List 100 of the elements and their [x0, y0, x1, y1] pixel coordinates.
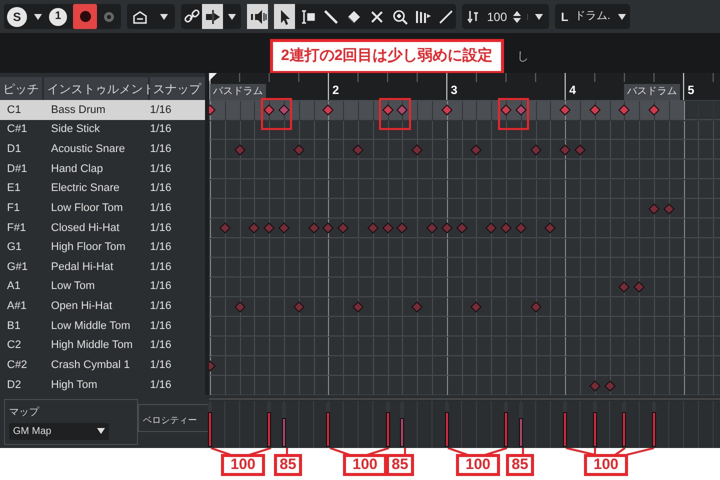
instrument-name: Hand Clap — [50, 162, 104, 177]
velocity-callout: 85 — [274, 454, 302, 476]
spinner-icon[interactable] — [513, 10, 521, 24]
tool-button[interactable] — [274, 4, 295, 29]
instrument-name: Low Floor Tom — [50, 200, 124, 216]
pitch-label: F#1 — [6, 220, 27, 236]
instrument-name: Pedal Hi-Hat — [50, 260, 114, 275]
caret-icon — [534, 14, 542, 20]
snap-value: 1/16 — [149, 102, 172, 118]
instrument-row[interactable]: C#2 Crash Cymbal 1 1/16 — [0, 356, 205, 376]
solo-button[interactable]: S — [7, 6, 27, 26]
instrument-row[interactable]: A1 Low Tom 1/16 — [0, 276, 205, 297]
pitch-label: E1 — [6, 181, 22, 196]
velocity-bar[interactable] — [326, 412, 330, 447]
speaker-icon — [248, 8, 266, 26]
instrument-row[interactable]: C1 Bass Drum 1/16 — [0, 100, 205, 120]
info-text: し — [517, 48, 529, 65]
pencil-icon — [322, 8, 340, 26]
snap-value: 1/16 — [149, 279, 172, 294]
instrument-name: High Middle Tom — [50, 338, 134, 354]
velocity-bar[interactable] — [622, 412, 626, 447]
scrollbar[interactable] — [205, 73, 209, 395]
velocity-callout: 100 — [221, 454, 265, 476]
instrument-row[interactable]: C#1 Side Stick 1/16 — [0, 120, 205, 140]
marker-label: バスドラム — [624, 84, 680, 100]
velocity-callout: 100 — [343, 454, 387, 476]
leader-line — [447, 448, 508, 456]
column-header[interactable]: スナップ — [150, 77, 205, 100]
split-arrow-icon — [204, 8, 222, 26]
velocity-callout: 85 — [506, 454, 534, 476]
instrument-row[interactable]: B1 Low Middle Tom 1/16 — [0, 316, 205, 336]
drum-map-selector[interactable]: ドラム. — [574, 8, 618, 25]
tool-button[interactable] — [202, 4, 223, 29]
instrument-name: High Tom — [50, 378, 98, 393]
velocity-bar[interactable] — [504, 412, 508, 447]
instrument-row[interactable]: C2 High Middle Tom 1/16 — [0, 336, 205, 356]
snap-value: 1/16 — [149, 318, 172, 334]
snap-value: 1/16 — [149, 378, 172, 393]
bar-number: 5 — [688, 82, 694, 99]
velocity-bar[interactable] — [518, 418, 523, 447]
instrument-row[interactable]: F1 Low Floor Tom 1/16 — [0, 198, 205, 218]
line-tool-icon — [436, 8, 454, 26]
velocity-callout: 100 — [456, 454, 500, 476]
leader-line — [522, 448, 524, 455]
bar-number: 4 — [569, 82, 576, 99]
pitch-label: C#1 — [6, 122, 28, 138]
instrument-row[interactable]: G#1 Pedal Hi-Hat 1/16 — [0, 257, 205, 277]
caret-icon — [97, 428, 105, 434]
velocity-bar[interactable] — [563, 412, 568, 447]
leader-line — [286, 448, 288, 455]
instrument-name: Bass Drum — [50, 102, 106, 118]
pitch-label: G1 — [6, 240, 23, 256]
drum-map-letter: L — [561, 8, 568, 26]
caret-icon — [618, 14, 626, 20]
instrument-row[interactable]: E1 Electric Snare 1/16 — [0, 178, 205, 198]
highlight-frame — [260, 98, 292, 130]
instrument-row[interactable]: G1 High Floor Tom 1/16 — [0, 238, 205, 258]
marker-label: バスドラム — [210, 84, 266, 100]
pitch-label: G#1 — [6, 260, 29, 275]
snap-value: 1/16 — [149, 358, 172, 374]
pitch-label: D1 — [6, 142, 22, 157]
velocity-bar[interactable] — [208, 412, 212, 447]
leader-line — [329, 448, 390, 456]
velocity-bar[interactable] — [400, 418, 404, 447]
velocity-bar[interactable] — [267, 412, 272, 447]
instrument-row[interactable]: D2 High Tom 1/16 — [0, 375, 205, 395]
zoom-icon — [390, 8, 408, 26]
velocity-bar[interactable] — [652, 412, 656, 447]
leader-line — [404, 448, 406, 455]
snap-value: 1/16 — [149, 181, 172, 196]
instrument-row[interactable]: F#1 Closed Hi-Hat 1/16 — [0, 218, 205, 238]
caret-icon — [160, 14, 168, 20]
instrument-name: Open Hi-Hat — [50, 299, 114, 314]
snap-value: 1/16 — [149, 240, 172, 256]
caret-icon — [34, 14, 42, 20]
snap-value: 1/16 — [149, 260, 172, 275]
house-icon — [132, 10, 148, 24]
caret-icon — [228, 14, 236, 20]
velocity-label: ベロシティー — [143, 415, 197, 425]
velocity-bar[interactable] — [592, 412, 597, 447]
record-button[interactable] — [73, 4, 97, 29]
map-dropdown[interactable]: GM Map — [9, 422, 109, 440]
column-header[interactable]: ピッチ — [0, 77, 42, 100]
pitch-label: F1 — [6, 200, 21, 216]
instrument-row[interactable]: A#1 Open Hi-Hat 1/16 — [0, 296, 205, 316]
pitch-label: A#1 — [6, 299, 28, 314]
instrument-name: Side Stick — [50, 122, 101, 138]
instrument-row[interactable]: D1 Acoustic Snare 1/16 — [0, 139, 205, 159]
instrument-row[interactable]: D#1 Hand Clap 1/16 — [0, 158, 205, 179]
snap-value: 1/16 — [149, 122, 172, 138]
pitch-label: C1 — [6, 102, 22, 118]
instrument-name: Crash Cymbal 1 — [50, 358, 131, 374]
velocity-bar[interactable] — [386, 412, 390, 447]
pitch-label: C#2 — [6, 358, 28, 374]
snap-value: 1/16 — [149, 142, 172, 157]
track-number-button[interactable]: 1 — [49, 8, 67, 26]
tool-button[interactable] — [247, 4, 268, 29]
link-icon — [182, 8, 200, 26]
velocity-bar[interactable] — [282, 418, 286, 447]
velocity-bar[interactable] — [444, 412, 449, 447]
